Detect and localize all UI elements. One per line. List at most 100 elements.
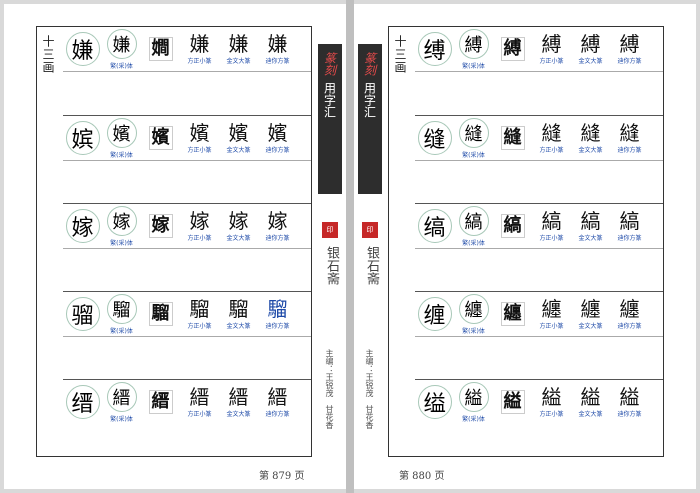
blank-row — [415, 336, 663, 374]
caption-xiaozhuan: 方正小篆 — [539, 146, 564, 154]
spine-stylized-title: 篆刻 — [322, 52, 337, 76]
caption-jinwen: 金文大篆 — [226, 410, 251, 418]
right-page: 十三画 缚 縛繁(采)体 縛 縛方正小篆 縛金文大篆 縛迪你方篆 缝 縫繁(采)… — [354, 4, 696, 489]
left-page: 十三画 嫌 嫌繁(采)体 𡢃 嫌方正小篆 嫌金文大篆 嫌迪你方篆 嫔 嬪繁(采)… — [4, 4, 346, 489]
seal-glyph-4: 嬪 — [267, 120, 288, 145]
entry-row: 缠 纏繁(采)体 纏 纏方正小篆 纏金文大篆 纏迪你方篆 — [415, 291, 663, 373]
seal-glyph-1: 嬪 — [148, 126, 173, 150]
traditional-char: 騮 — [106, 293, 137, 324]
publisher-seal-icon: 印 — [322, 222, 338, 238]
seal-glyph-2: 嫌 — [189, 31, 210, 56]
traditional-char: 縉 — [106, 381, 137, 412]
entry-row: 缚 縛繁(采)体 縛 縛方正小篆 縛金文大篆 縛迪你方篆 — [415, 27, 663, 109]
editors-credit: 主编：王锐茂 甘花香 — [325, 349, 334, 429]
seal-glyph-3: 嬪 — [228, 120, 249, 145]
caption-xiaozhuan: 方正小篆 — [187, 234, 212, 242]
seal-glyph-2: 騮 — [189, 296, 210, 321]
seal-glyph-1: 縫 — [500, 126, 525, 150]
publisher-seal-icon: 印 — [362, 222, 378, 238]
spine-stylized-title: 篆刻 — [362, 52, 377, 76]
seal-glyph-3: 纏 — [580, 296, 601, 321]
seal-glyph-3: 騮 — [228, 296, 249, 321]
seal-glyph-1: 縛 — [500, 37, 525, 61]
traditional-char: 纏 — [458, 293, 489, 324]
caption-xiaozhuan: 方正小篆 — [187, 146, 212, 154]
caption-trad: 繁(采)体 — [462, 62, 485, 70]
caption-jinwen: 金文大篆 — [226, 234, 251, 242]
caption-xiaozhuan: 方正小篆 — [539, 410, 564, 418]
seal-glyph-1: 𡢃 — [148, 37, 173, 61]
seal-glyph-3: 縊 — [580, 384, 601, 409]
caption-trad: 繁(采)体 — [110, 62, 133, 70]
caption-jinwen: 金文大篆 — [578, 57, 603, 65]
caption-fangzhuan: 迪你方篆 — [265, 410, 290, 418]
seal-glyph-1: 纏 — [500, 302, 525, 326]
seal-glyph-4: 縉 — [267, 384, 288, 409]
spine-title-band: 篆刻 用字汇 — [318, 44, 342, 194]
book-gutter — [346, 0, 354, 493]
caption-trad: 繁(采)体 — [462, 151, 485, 159]
brand-name: 银石斋 — [324, 246, 339, 285]
spine-title: 用字汇 — [322, 82, 337, 118]
caption-fangzhuan: 迪你方篆 — [617, 234, 642, 242]
blank-row — [415, 160, 663, 198]
seal-glyph-3: 縞 — [580, 208, 601, 233]
caption-trad: 繁(采)体 — [110, 239, 133, 247]
caption-fangzhuan: 迪你方篆 — [265, 322, 290, 330]
seal-text: 印 — [366, 226, 374, 234]
entry-row: 缢 縊繁(采)体 縊 縊方正小篆 縊金文大篆 縊迪你方篆 — [415, 379, 663, 461]
traditional-char: 嬪 — [106, 117, 137, 148]
caption-jinwen: 金文大篆 — [226, 57, 251, 65]
brand-name: 银石斋 — [364, 246, 379, 285]
spine-title-band: 篆刻 用字汇 — [358, 44, 382, 194]
stroke-count-label: 十三画 — [41, 35, 55, 74]
caption-fangzhuan: 迪你方篆 — [617, 146, 642, 154]
seal-glyph-2: 嬪 — [189, 120, 210, 145]
seal-glyph-2: 縫 — [541, 120, 562, 145]
seal-glyph-4: 嫌 — [267, 31, 288, 56]
blank-row — [63, 248, 311, 286]
entry-row: 嫔 嬪繁(采)体 嬪 嬪方正小篆 嬪金文大篆 嬪迪你方篆 — [63, 115, 311, 197]
caption-jinwen: 金文大篆 — [226, 322, 251, 330]
caption-jinwen: 金文大篆 — [578, 234, 603, 242]
modern-char: 缠 — [417, 297, 452, 331]
traditional-char: 縫 — [458, 117, 489, 148]
caption-fangzhuan: 迪你方篆 — [265, 146, 290, 154]
caption-fangzhuan: 迪你方篆 — [617, 410, 642, 418]
seal-glyph-4: 纏 — [619, 296, 640, 321]
seal-glyph-3: 嫌 — [228, 31, 249, 56]
blank-row — [63, 71, 311, 109]
seal-text: 印 — [326, 226, 334, 234]
modern-char: 缢 — [417, 385, 452, 419]
seal-glyph-4: 縞 — [619, 208, 640, 233]
traditional-char: 嫁 — [106, 205, 137, 236]
modern-char: 嫁 — [65, 209, 100, 243]
editors-credit: 主编：王锐茂 甘花香 — [365, 349, 374, 429]
seal-glyph-2: 嫁 — [189, 208, 210, 233]
seal-glyph-1: 縊 — [500, 390, 525, 414]
caption-xiaozhuan: 方正小篆 — [187, 322, 212, 330]
entry-row: 嫁 嫁繁(采)体 嫁 嫁方正小篆 嫁金文大篆 嫁迪你方篆 — [63, 203, 311, 285]
caption-jinwen: 金文大篆 — [578, 410, 603, 418]
seal-glyph-3: 縛 — [580, 31, 601, 56]
entry-row: 嫌 嫌繁(采)体 𡢃 嫌方正小篆 嫌金文大篆 嫌迪你方篆 — [63, 27, 311, 109]
seal-glyph-2: 纏 — [541, 296, 562, 321]
entry-row: 缝 縫繁(采)体 縫 縫方正小篆 縫金文大篆 縫迪你方篆 — [415, 115, 663, 197]
seal-glyph-4: 嫁 — [267, 208, 288, 233]
caption-jinwen: 金文大篆 — [578, 146, 603, 154]
seal-glyph-3: 縉 — [228, 384, 249, 409]
caption-trad: 繁(采)体 — [462, 327, 485, 335]
caption-jinwen: 金文大篆 — [578, 322, 603, 330]
caption-fangzhuan: 迪你方篆 — [617, 322, 642, 330]
seal-glyph-4: 縫 — [619, 120, 640, 145]
entry-row: 缙 縉繁(采)体 縉 縉方正小篆 縉金文大篆 縉迪你方篆 — [63, 379, 311, 461]
seal-glyph-2: 縛 — [541, 31, 562, 56]
traditional-char: 縊 — [458, 381, 489, 412]
traditional-char: 縞 — [458, 205, 489, 236]
traditional-char: 嫌 — [106, 28, 137, 59]
stroke-count-label: 十三画 — [393, 35, 407, 74]
caption-fangzhuan: 迪你方篆 — [617, 57, 642, 65]
modern-char: 嫌 — [65, 32, 100, 66]
seal-glyph-3: 縫 — [580, 120, 601, 145]
caption-fangzhuan: 迪你方篆 — [265, 57, 290, 65]
